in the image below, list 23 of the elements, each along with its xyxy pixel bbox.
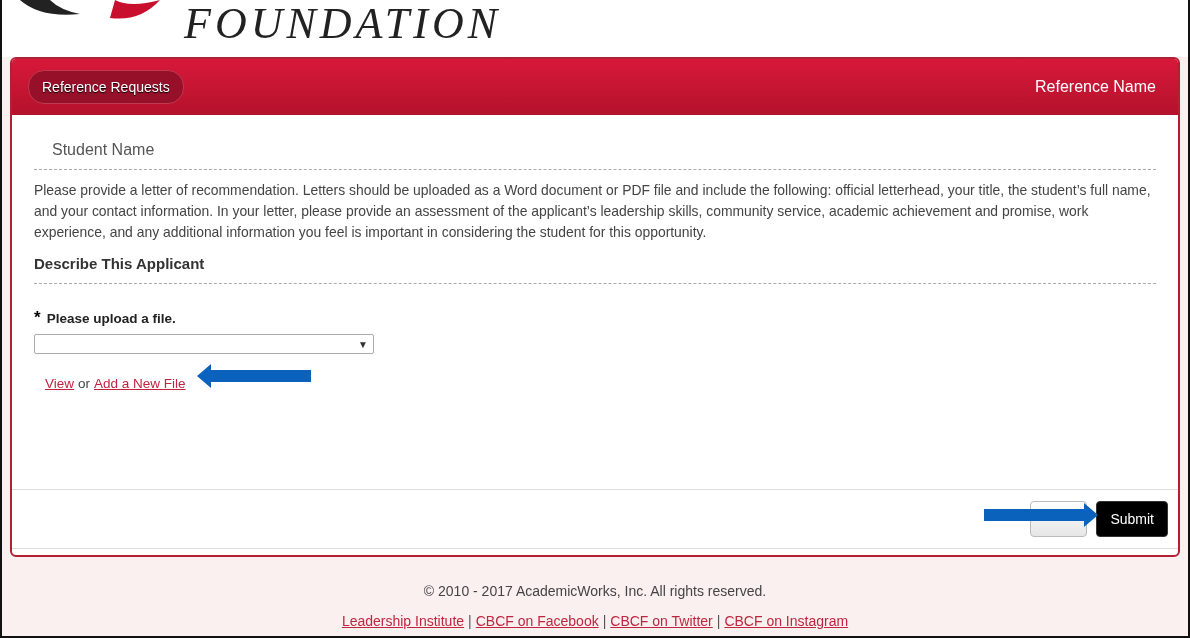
- footer-link[interactable]: CBCF on Twitter: [610, 613, 713, 629]
- reference-name: Reference Name: [1035, 78, 1156, 96]
- footer-link[interactable]: Leadership Institute: [341, 613, 465, 629]
- reference-requests-button[interactable]: Reference Requests: [28, 70, 184, 104]
- student-name: Student Name: [34, 115, 1156, 170]
- instructions-paragraph: Please provide a letter of recommendation. Letters should be uploaded as a Word document or PDF file and include the following: official letterhead, your title, the student’s full name, and your contact information. In your letter, please provide an assessment of the applicant’s leadership skills, community service, academic achievement and promise, work experience, and any additional information you feel is important in considering the student for this opportunity.: [34, 181, 1152, 242]
- right-arrow-icon: [984, 503, 1098, 527]
- or-text: or: [78, 376, 91, 391]
- link-separator: |: [716, 613, 721, 629]
- required-mark: *: [34, 308, 41, 328]
- footer-link[interactable]: CBCF on Facebook: [475, 613, 599, 629]
- upload-label: Please upload a file.: [46, 310, 176, 326]
- copyright-text: © 2010 - 2017 AcademicWorks, Inc. All rights reserved.: [423, 583, 767, 599]
- link-separator: |: [468, 613, 472, 629]
- left-arrow-icon: [197, 364, 311, 388]
- logo-text: FOUNDATION: [184, 0, 502, 48]
- file-link[interactable]: View: [45, 376, 75, 391]
- link-separator: |: [602, 613, 607, 629]
- footer-link[interactable]: CBCF on Instagram: [724, 613, 849, 629]
- submit-button[interactable]: Submit: [1096, 501, 1168, 537]
- file-dropdown[interactable]: ▼: [34, 334, 374, 354]
- file-link[interactable]: Add a New File: [94, 376, 186, 391]
- section-title: Describe This Applicant: [34, 255, 1156, 284]
